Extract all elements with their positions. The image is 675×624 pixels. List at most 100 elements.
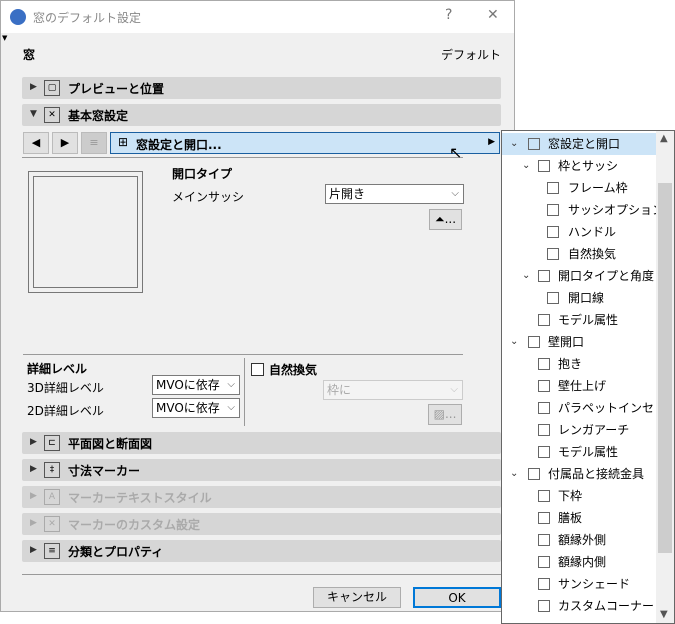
scroll-down-icon[interactable]: ▼	[660, 609, 668, 620]
main-sash-label: メインサッシ	[172, 190, 245, 204]
close-button[interactable]: ✕	[487, 7, 499, 23]
tree-item-icon	[547, 204, 559, 216]
window-title: 窓のデフォルト設定	[33, 11, 142, 25]
custom-settings-icon: ✕	[44, 516, 60, 532]
tree-item[interactable]: サッシオプション	[502, 199, 664, 221]
tree-item-icon	[538, 380, 550, 392]
window-default-settings-dialog: 窓のデフォルト設定 ? ✕ 窓 デフォルト ▶ ▢ プレビューと位置 ▼ ✕ 基本窓設定…	[0, 0, 515, 612]
3d-detail-select[interactable]: MVOに依存 ⌵	[152, 375, 240, 395]
page-selector[interactable]: ⊞ 窓設定と開口... ▶	[110, 132, 500, 154]
section-preview[interactable]: ▶ ▢ プレビューと位置	[22, 77, 501, 99]
tree-item[interactable]: 下枠	[502, 485, 657, 507]
chevron-down-icon[interactable]: ⌄	[510, 331, 518, 353]
tree-item-icon	[547, 226, 559, 238]
section-basic[interactable]: ▼ ✕ 基本窓設定	[22, 104, 501, 126]
tree-item[interactable]: 額縁内側	[502, 551, 657, 573]
tree-item-label: 開口タイプと角度	[558, 269, 655, 283]
scroll-up-icon[interactable]: ▲	[660, 133, 668, 144]
tree-item[interactable]: ⌄ 窓設定と開口	[502, 133, 657, 155]
ok-button[interactable]: OK	[413, 587, 501, 608]
tree-item-label: カスタムコーナー	[558, 599, 655, 613]
tree-item-icon	[538, 314, 550, 326]
chevron-down-icon[interactable]: ⌄	[510, 463, 518, 485]
tree-item-label: 抱き	[558, 357, 583, 371]
tree-item-icon	[547, 248, 559, 260]
tree-item-label: 膳板	[558, 511, 583, 525]
detail-level-heading: 詳細レベル	[27, 362, 88, 376]
tree-item-label: 開口線	[568, 291, 605, 305]
divider	[244, 358, 245, 426]
tree-item-icon	[528, 138, 540, 150]
tree-item[interactable]: カスタムコーナー	[502, 595, 657, 617]
grid-icon: ⊞	[118, 135, 129, 149]
opening-angle-button[interactable]: ⏶...	[429, 209, 462, 230]
expand-icon: ▶	[30, 518, 37, 528]
tree-item-label: 下枠	[558, 489, 583, 503]
dimension-icon: ‡	[44, 462, 60, 478]
menu-arrow-icon: ▼	[2, 34, 8, 42]
tree-item-icon	[538, 512, 550, 524]
tree-item[interactable]: パラペットインセット	[502, 397, 674, 419]
tree-item-icon	[528, 468, 540, 480]
tree-item[interactable]: ⌄ 付属品と接続金具	[502, 463, 657, 485]
natural-vent-checkbox[interactable]	[251, 363, 264, 376]
tree-item[interactable]: ⌄ 壁開口	[502, 331, 657, 353]
mouse-cursor-icon: ↖	[449, 143, 463, 162]
chevron-down-icon: ⌵	[227, 402, 235, 413]
tree-item-label: 壁仕上げ	[558, 379, 607, 393]
page-tree-popup: ⌄ 窓設定と開口 ⌄ 枠とサッシ フレーム枠 サッシオプション ハンドル 自然換気 ⌄ 開口タイプ…	[501, 130, 675, 624]
tree-item-label: サッシオプション	[568, 203, 665, 217]
tree-item[interactable]: サンシェード	[502, 573, 657, 595]
tree-item-icon	[547, 292, 559, 304]
text-style-icon: A	[44, 489, 60, 505]
tree-item[interactable]: モデル属性	[502, 441, 657, 463]
2d-detail-select[interactable]: MVOに依存 ⌵	[152, 398, 240, 418]
divider	[22, 574, 501, 575]
tree-item-label: 壁開口	[548, 335, 585, 349]
page-list-icon[interactable]: ≡	[81, 132, 107, 154]
expand-icon: ▶	[30, 437, 37, 447]
2d-detail-label: 2D詳細レベル	[27, 404, 104, 418]
tree-item[interactable]: 開口線	[502, 287, 657, 309]
tree-item[interactable]: レンガアーチ	[502, 419, 657, 441]
vent-icon: ▨	[433, 407, 445, 421]
tree-item[interactable]: フレーム枠	[502, 177, 657, 199]
vent-settings-button: ▨...	[428, 404, 462, 425]
next-page-button[interactable]: ▶	[52, 132, 78, 154]
tree-item[interactable]: モデル属性	[502, 309, 657, 331]
tree-item-label: ハンドル	[568, 225, 617, 239]
prev-page-button[interactable]: ◀	[23, 132, 49, 154]
preview-box	[28, 171, 143, 293]
3d-detail-label: 3D詳細レベル	[27, 381, 104, 395]
vent-position-select: 枠に ⌵	[323, 380, 463, 400]
tree-item[interactable]: ⌄ 開口タイプと角度	[502, 265, 657, 287]
tree-item-label: 窓設定と開口	[548, 137, 621, 151]
tree-item[interactable]: ハンドル	[502, 221, 657, 243]
tree-item[interactable]: 膳板	[502, 507, 657, 529]
collapse-icon: ▼	[30, 109, 37, 119]
tree-item-icon	[538, 402, 550, 414]
tree-item-label: レンガアーチ	[558, 423, 630, 437]
tree-item-icon	[538, 578, 550, 590]
main-sash-select[interactable]: 片開き ⌵	[325, 184, 464, 204]
tree-item[interactable]: 額縁外側	[502, 529, 657, 551]
tree-item-label: 付属品と接続金具	[548, 467, 645, 481]
expand-icon: ▶	[30, 545, 37, 555]
tree-item-icon	[538, 600, 550, 612]
help-button[interactable]: ?	[445, 7, 452, 23]
tree-item[interactable]: ⌄ 枠とサッシ	[502, 155, 657, 177]
chevron-down-icon[interactable]: ⌄	[522, 155, 530, 177]
expand-icon: ▶	[30, 464, 37, 474]
scrollbar-thumb[interactable]	[658, 183, 672, 553]
tree-item[interactable]: 抱き	[502, 353, 657, 375]
tree-item[interactable]: 壁仕上げ	[502, 375, 657, 397]
cancel-button[interactable]: キャンセル	[313, 587, 401, 608]
tree-item[interactable]: 自然換気	[502, 243, 657, 265]
chevron-down-icon[interactable]: ⌄	[510, 133, 518, 155]
opening-angle-icon: ⏶	[434, 212, 445, 226]
section-marker-custom: ▶ ✕ マーカーのカスタム設定	[22, 513, 501, 535]
chevron-down-icon[interactable]: ⌄	[522, 265, 530, 287]
section-plan-section[interactable]: ▶ ⊏ 平面図と断面図	[22, 432, 501, 454]
section-dimension-marker[interactable]: ▶ ‡ 寸法マーカー	[22, 459, 501, 481]
section-classification[interactable]: ▶ ≡ 分類とプロパティ	[22, 540, 501, 562]
